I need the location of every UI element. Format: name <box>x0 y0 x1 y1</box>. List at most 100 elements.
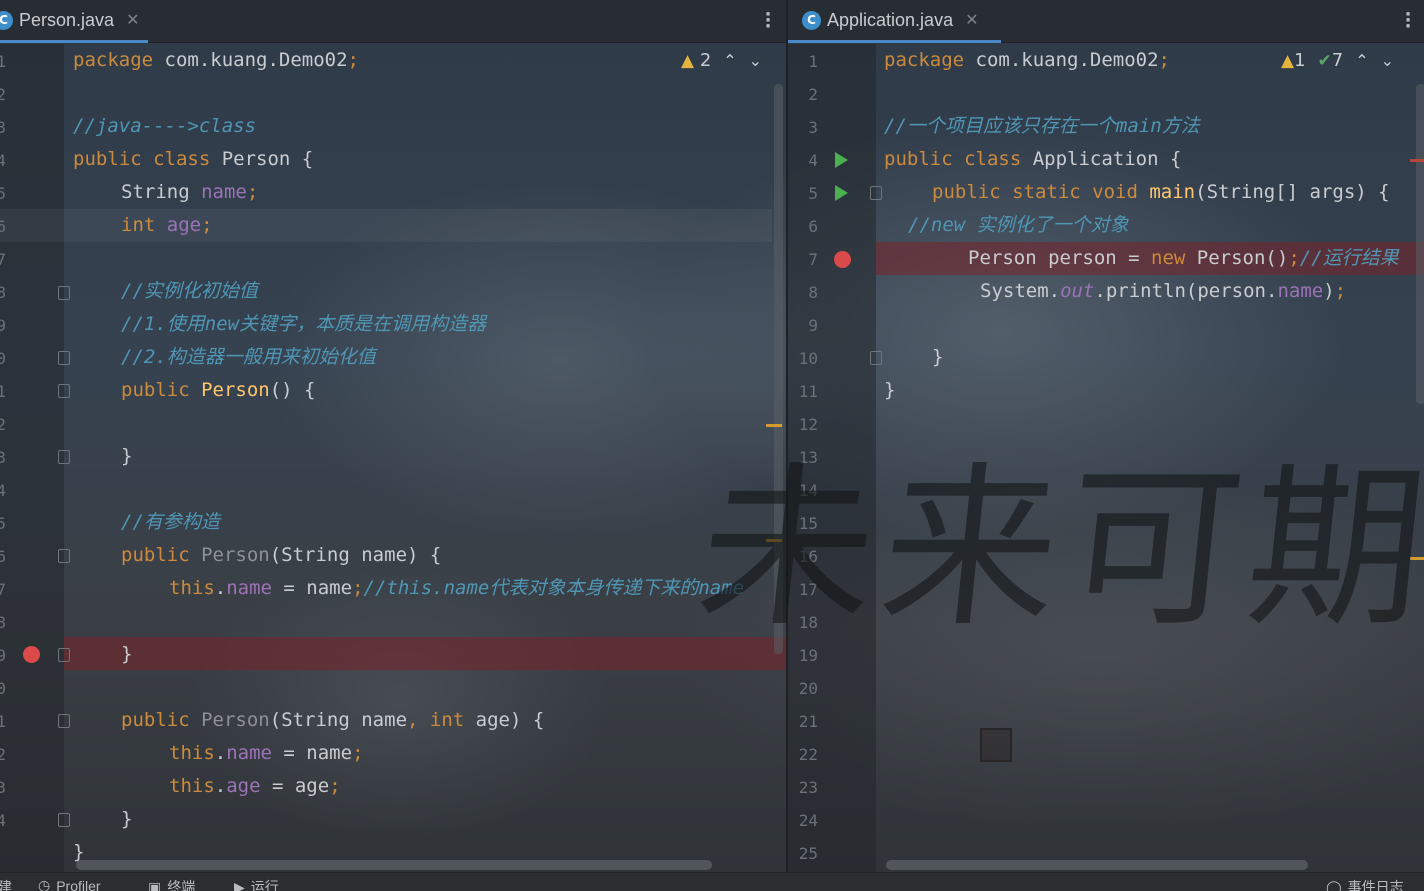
event-log-icon: ◯ <box>1326 878 1342 891</box>
inspection-widget[interactable]: ▲ 2 ⌃ ⌄ <box>681 50 762 71</box>
code-line[interactable]: Person person = new Person();//运行结果 <box>968 242 1399 275</box>
profiler-icon: ◷ <box>38 877 51 891</box>
code-comment[interactable]: //有参构造 <box>121 506 220 539</box>
error-marker[interactable] <box>1410 159 1424 162</box>
close-icon[interactable]: ✕ <box>965 10 978 30</box>
code-line[interactable]: public static void main(String[] args) { <box>932 176 1390 209</box>
status-bar: 建 ◷Profiler ▣终端 ▶运行 ◯事件日志 <box>0 872 1424 891</box>
line-number: 3 <box>0 448 6 467</box>
fold-marker-icon[interactable] <box>58 450 70 464</box>
code-line[interactable]: package com.kuang.Demo02; <box>73 44 359 77</box>
code-line[interactable]: this.name = name;//this.name代表对象本身传递下来的n… <box>169 572 744 605</box>
chevron-up-icon[interactable]: ⌃ <box>1355 51 1368 70</box>
vertical-scrollbar[interactable] <box>1416 84 1424 404</box>
horizontal-scrollbar[interactable] <box>76 860 712 870</box>
horizontal-scrollbar[interactable] <box>886 860 1308 870</box>
current-line-highlight <box>0 209 772 242</box>
breakpoint-line-highlight <box>64 637 786 670</box>
inspection-widget[interactable]: ▲1 ✔7 ⌃ ⌄ <box>1281 50 1394 71</box>
line-number: 7 <box>0 580 6 599</box>
line-number: 4 <box>0 151 6 170</box>
line-number: 3 <box>808 118 818 137</box>
fold-marker-icon[interactable] <box>58 813 70 827</box>
breakpoint-icon[interactable] <box>23 646 40 663</box>
left-editor-pane: C Person.java ✕ · · · 1 2 3 4 5 6 7 8 9 0 1 2 3 4 5 6 7 8 9 0… <box>0 0 786 872</box>
more-options-icon[interactable]: · · · <box>763 6 773 36</box>
line-number: 11 <box>798 382 818 401</box>
right-editor-pane: C Application.java ✕ · · · 1 2 3 4 5 6 7 8 9 10 11 12… <box>788 0 1424 872</box>
chevron-down-icon[interactable]: ⌄ <box>749 51 762 70</box>
more-options-icon[interactable]: · · · <box>1403 6 1413 36</box>
code-line[interactable]: System.out.println(person.name); <box>980 275 1346 308</box>
line-number: 6 <box>0 547 6 566</box>
tab-label: Application.java <box>827 9 954 30</box>
line-number: 20 <box>798 679 818 698</box>
code-comment[interactable]: //2.构造器一般用来初始化值 <box>121 341 376 374</box>
code-line[interactable]: package com.kuang.Demo02; <box>884 44 1170 77</box>
line-number: 6 <box>0 217 6 236</box>
check-icon: ✔ <box>1317 51 1332 71</box>
java-class-icon: C <box>802 10 821 30</box>
line-number: 6 <box>808 217 818 236</box>
code-line[interactable]: } <box>121 440 132 473</box>
code-line[interactable]: public Person(String name) { <box>121 539 441 572</box>
line-number: 1 <box>0 52 6 71</box>
line-number: 9 <box>0 646 6 665</box>
chevron-up-icon[interactable]: ⌃ <box>723 51 736 70</box>
close-icon[interactable]: ✕ <box>126 10 139 30</box>
warning-marker[interactable] <box>766 424 782 427</box>
line-number: 25 <box>798 844 818 863</box>
line-number: 22 <box>798 745 818 764</box>
code-line[interactable]: String name; <box>121 176 258 209</box>
warning-icon: ▲ <box>681 51 695 71</box>
fold-marker-icon[interactable] <box>58 714 70 728</box>
run-tool-button[interactable]: ▶ 运行 <box>234 877 279 891</box>
breakpoint-icon[interactable] <box>834 251 851 268</box>
line-number: 1 <box>808 52 818 71</box>
code-line[interactable]: int age; <box>121 209 213 242</box>
fold-marker-icon[interactable] <box>58 648 70 662</box>
line-number: 23 <box>798 778 818 797</box>
fold-marker-icon[interactable] <box>58 351 70 365</box>
code-line[interactable]: } <box>121 638 132 671</box>
left-gutter <box>0 44 64 872</box>
line-number: 1 <box>0 382 6 401</box>
code-line[interactable]: public class Application { <box>884 143 1181 176</box>
build-tool-button[interactable]: 建 <box>0 877 12 891</box>
tab-application-java[interactable]: C Application.java ✕ <box>788 0 1001 43</box>
run-icon: ▶ <box>234 878 245 891</box>
code-line[interactable]: } <box>121 803 132 836</box>
code-line[interactable]: public Person(String name, int age) { <box>121 704 544 737</box>
code-line[interactable]: } <box>932 341 943 374</box>
code-comment[interactable]: //实例化初始值 <box>121 275 258 308</box>
fold-marker-icon[interactable] <box>870 351 882 365</box>
fold-marker-icon[interactable] <box>58 384 70 398</box>
code-line[interactable]: this.age = age; <box>169 770 341 803</box>
fold-marker-icon[interactable] <box>870 186 882 200</box>
fold-marker-icon[interactable] <box>58 286 70 300</box>
fold-marker-icon[interactable] <box>58 549 70 563</box>
line-number: 2 <box>0 415 6 434</box>
code-comment[interactable]: //java---->class <box>73 110 256 143</box>
right-tab-bar: C Application.java ✕ · · · <box>788 0 1424 43</box>
run-icon[interactable] <box>835 152 848 168</box>
left-tab-bar: C Person.java ✕ · · · <box>0 0 786 43</box>
line-number: 2 <box>0 745 6 764</box>
code-line[interactable]: this.name = name; <box>169 737 364 770</box>
code-comment[interactable]: //new 实例化了一个对象 <box>908 209 1129 242</box>
terminal-tool-button[interactable]: ▣ 终端 <box>148 877 195 891</box>
code-comment[interactable]: //1.使用new关键字，本质是在调用构造器 <box>121 308 486 341</box>
profiler-tool-button[interactable]: ◷ Profiler <box>38 877 101 891</box>
code-comment[interactable]: //一个项目应该只存在一个main方法 <box>884 110 1200 143</box>
line-number: 10 <box>798 349 818 368</box>
chevron-down-icon[interactable]: ⌄ <box>1381 51 1394 70</box>
tab-person-java[interactable]: C Person.java ✕ <box>0 0 148 43</box>
line-number: 5 <box>0 184 6 203</box>
code-line[interactable]: public class Person { <box>73 143 313 176</box>
code-line[interactable]: public Person() { <box>121 374 316 407</box>
line-number: 0 <box>0 679 6 698</box>
run-icon[interactable] <box>835 185 848 201</box>
line-number: 4 <box>0 481 6 500</box>
code-line[interactable]: } <box>884 374 895 407</box>
event-log-button[interactable]: ◯ 事件日志 <box>1326 877 1404 891</box>
